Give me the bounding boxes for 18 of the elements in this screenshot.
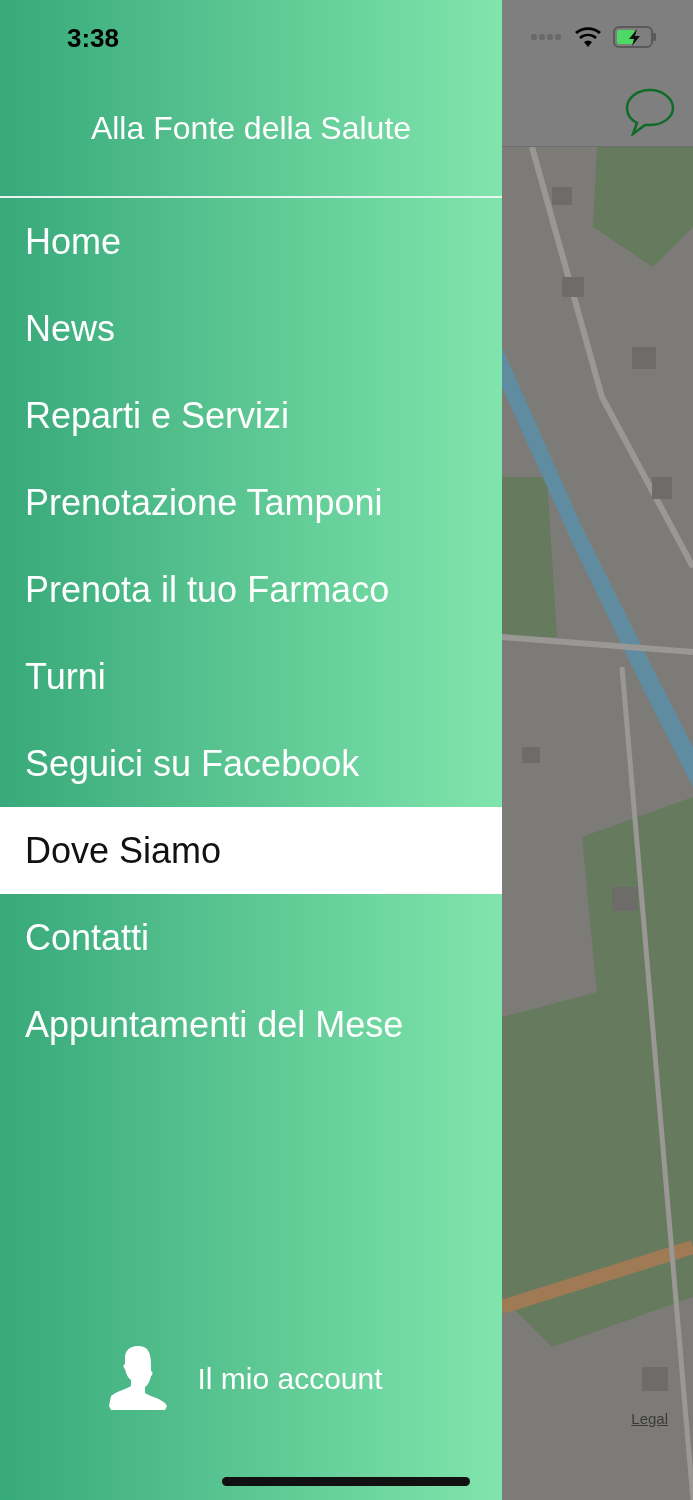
account-link[interactable]: Il mio account <box>197 1355 383 1401</box>
menu-item[interactable]: Reparti e Servizi <box>0 372 502 459</box>
legal-link[interactable]: Legal <box>631 1408 668 1431</box>
wifi-icon <box>575 27 601 47</box>
menu-item[interactable]: News <box>0 285 502 372</box>
menu-item[interactable]: Turni <box>0 633 502 720</box>
menu-item[interactable]: Prenotazione Tamponi <box>0 459 502 546</box>
chat-bubble-icon[interactable] <box>625 88 675 136</box>
menu-item[interactable]: Prenota il tuo Farmaco <box>0 546 502 633</box>
battery-icon <box>613 26 657 48</box>
menu-item[interactable]: Dove Siamo <box>0 807 502 894</box>
menu-item[interactable]: Appuntamenti del Mese <box>0 981 502 1068</box>
menu-item[interactable]: Seguici su Facebook <box>0 720 502 807</box>
user-silhouette-icon[interactable] <box>109 1346 168 1410</box>
menu-item[interactable]: Home <box>0 198 502 285</box>
home-indicator[interactable] <box>222 1477 470 1486</box>
status-time: 3:38 <box>66 22 121 55</box>
menu-item[interactable]: Contatti <box>0 894 502 981</box>
